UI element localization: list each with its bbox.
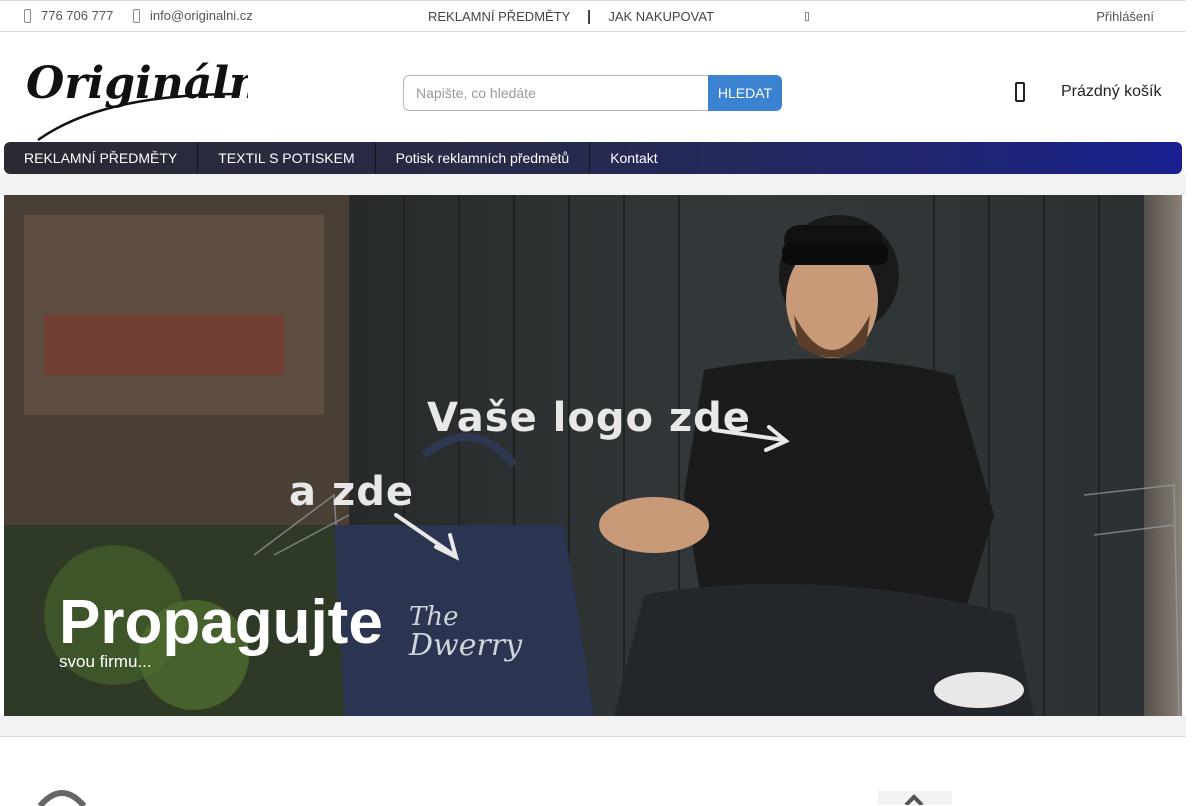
cart[interactable]: Prázdný košík (1015, 82, 1161, 102)
hero-title: Propagujte (59, 588, 383, 657)
top-bar: 776 706 777 info@originalni.cz REKLAMNÍ … (0, 0, 1186, 32)
nav-item-contact[interactable]: Kontakt (590, 142, 677, 174)
phone-contact[interactable]: 776 706 777 (24, 8, 113, 23)
email-contact[interactable]: info@originalni.cz (133, 8, 253, 23)
hero-annotation-here: a zde (289, 469, 414, 515)
hero-annotation-logo: Vaše logo zde (427, 395, 751, 441)
shield-icon (878, 791, 952, 805)
more-icon[interactable] (805, 12, 809, 21)
svg-text:Dwerry: Dwerry (408, 628, 523, 663)
login-link[interactable]: Přihlášení (1096, 9, 1154, 24)
hero-subtitle: svou firmu... (59, 652, 152, 671)
site-logo[interactable]: Originální.cz (26, 46, 346, 142)
top-link-how-to-buy[interactable]: JAK NAKUPOVAT (608, 9, 714, 24)
logo-image: Originální.cz (26, 58, 346, 142)
spacer-strip-bottom (0, 716, 1186, 737)
cart-icon (1015, 82, 1025, 102)
search-input[interactable] (403, 75, 708, 111)
gear-icon (37, 790, 87, 806)
cart-label: Prázdný košík (1061, 83, 1162, 100)
search-button[interactable]: HLEDAT (708, 75, 782, 111)
divider (588, 9, 591, 24)
nav-item-promo-items[interactable]: REKLAMNÍ PŘEDMĚTY (4, 142, 199, 174)
nav-item-printing[interactable]: Potisk reklamních předmětů (376, 142, 591, 174)
hero-banner[interactable]: The Dwerry Vaše logo zde a zde Propagujt… (4, 195, 1182, 716)
email-address: info@originalni.cz (150, 8, 253, 23)
nav-item-printed-textile[interactable]: TEXTIL S POTISKEM (198, 142, 376, 174)
spacer-strip (0, 174, 1186, 195)
search-bar: HLEDAT (403, 75, 782, 111)
phone-icon (24, 8, 31, 23)
top-links: REKLAMNÍ PŘEDMĚTY JAK NAKUPOVAT (428, 9, 714, 24)
phone-number: 776 706 777 (41, 8, 114, 23)
main-nav: REKLAMNÍ PŘEDMĚTY TEXTIL S POTISKEM Poti… (4, 142, 1182, 174)
top-link-promo-items[interactable]: REKLAMNÍ PŘEDMĚTY (428, 9, 570, 24)
mail-icon (133, 8, 140, 23)
